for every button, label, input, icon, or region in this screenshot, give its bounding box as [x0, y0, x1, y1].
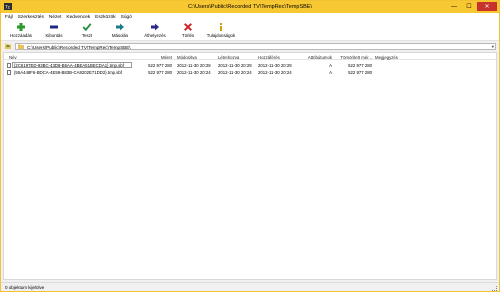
file-icon [7, 62, 11, 68]
column-size[interactable]: Méret [154, 55, 172, 60]
menu-tools[interactable]: Eszközök [95, 15, 116, 20]
file-attributes: A [329, 69, 332, 75]
delete-x-icon [184, 23, 192, 31]
folder-icon [18, 44, 24, 49]
title-bar[interactable]: 7z C:\Users\Public\Recorded TV\TempRec\T… [1, 1, 499, 13]
file-compressed-size: 522 977 280 [348, 69, 372, 75]
minimize-button[interactable]: — [447, 2, 461, 11]
file-name: {2C6197ED-93BC-43D8-B6AA-4BEA51BECDA1}.t… [14, 62, 124, 68]
file-created: 2012-11-30 20:28 [218, 62, 252, 68]
menu-favorites[interactable]: Kedvencek [66, 15, 90, 20]
toolbar: Hozzáadás Kibontás Teszt Másolás Áthelye… [1, 21, 499, 41]
column-header-row: Név Méret Módosítva Létrehozva Hozzáféré… [4, 53, 496, 60]
delete-button[interactable]: Törlés [173, 22, 203, 40]
address-path: C:\Users\Public\Recorded TV\TempRec\Temp… [27, 44, 131, 50]
app-window: 7z C:\Users\Public\Recorded TV\TempRec\T… [0, 0, 500, 292]
add-button[interactable]: Hozzáadás [6, 22, 36, 40]
chevron-down-icon[interactable]: ▾ [492, 44, 494, 50]
move-button[interactable]: Áthelyezés [140, 22, 170, 40]
file-icon [7, 69, 11, 75]
file-accessed: 2012-11-30 20:24 [258, 69, 292, 75]
column-created[interactable]: Létrehozva [218, 55, 239, 60]
file-row[interactable]: {55A448F6-BDCA-4E59-B83B-CA8202E71DD2}.t… [4, 69, 496, 75]
menu-bar: Fájl Szerkesztés Nézet Kedvencek Eszközö… [1, 13, 499, 21]
close-button[interactable]: ✕ [477, 2, 497, 11]
minus-icon [50, 25, 58, 29]
checkmark-icon [82, 23, 92, 31]
column-name[interactable]: Név [9, 55, 17, 60]
address-field[interactable]: C:\Users\Public\Recorded TV\TempRec\Temp… [15, 43, 496, 50]
move-arrow-icon [151, 23, 159, 31]
column-accessed[interactable]: Hozzáférés [258, 55, 280, 60]
info-icon [220, 23, 222, 31]
plus-icon [17, 23, 25, 31]
file-modified: 2012-11-30 20:28 [177, 62, 211, 68]
address-bar: C:\Users\Public\Recorded TV\TempRec\Temp… [1, 42, 499, 51]
file-created: 2012-11-30 20:24 [218, 69, 252, 75]
properties-button[interactable]: Tulajdonságok [206, 22, 236, 40]
column-modified[interactable]: Módosítva [177, 55, 197, 60]
menu-view[interactable]: Nézet [49, 15, 62, 20]
file-compressed-size: 522 977 280 [348, 62, 372, 68]
maximize-button[interactable]: ☐ [462, 2, 476, 11]
column-attributes[interactable]: Attribútumok [292, 55, 332, 60]
status-text: 0 objektum kijelölve [5, 285, 45, 290]
file-row[interactable]: {2C6197ED-93BC-43D8-B6AA-4BEA51BECDA1}.t… [4, 62, 496, 68]
file-attributes: A [329, 62, 332, 68]
copy-label: Másolás [111, 33, 129, 38]
copy-arrow-icon [116, 23, 124, 31]
file-accessed: 2012-11-30 20:28 [258, 62, 292, 68]
menu-file[interactable]: Fájl [5, 15, 13, 20]
column-compressed-size[interactable]: Tömörített mér... [334, 55, 372, 60]
resize-grip-icon[interactable] [492, 286, 497, 291]
window-title: C:\Users\Public\Recorded TV\TempRec\Temp… [188, 4, 312, 10]
file-name: {55A448F6-BDCA-4E59-B83B-CA8202E71DD2}.t… [14, 69, 122, 75]
file-size: 522 977 280 [148, 69, 172, 75]
menu-help[interactable]: Súgó [121, 15, 132, 20]
file-size: 522 977 280 [148, 62, 172, 68]
file-list[interactable]: Név Méret Módosítva Létrehozva Hozzáféré… [3, 52, 497, 280]
extract-button[interactable]: Kibontás [39, 22, 69, 40]
column-comment[interactable]: Megjegyzés [375, 55, 398, 60]
properties-label: Tulajdonságok [206, 33, 236, 38]
test-button[interactable]: Teszt [72, 22, 102, 40]
file-modified: 2012-11-30 20:24 [177, 69, 211, 75]
copy-button[interactable]: Másolás [105, 22, 135, 40]
folder-up-icon[interactable] [5, 43, 11, 49]
menu-edit[interactable]: Szerkesztés [18, 15, 44, 20]
status-bar: 0 objektum kijelölve [1, 282, 499, 291]
